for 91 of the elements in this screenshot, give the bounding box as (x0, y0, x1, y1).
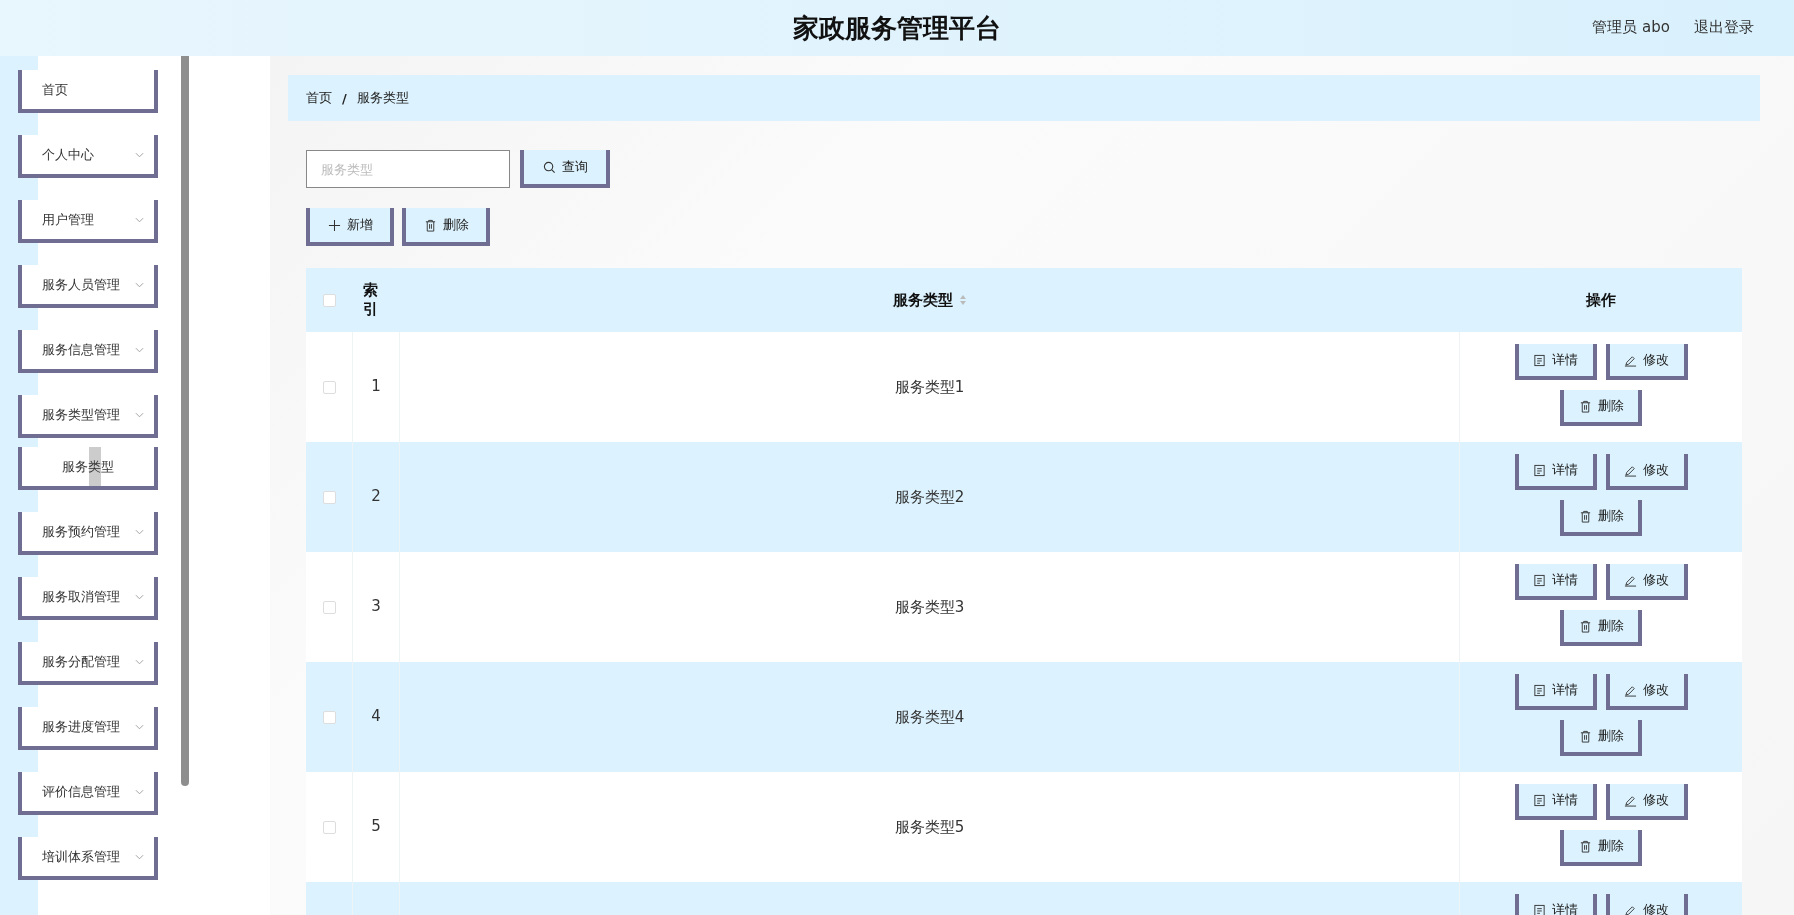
trash-icon (1578, 399, 1592, 413)
table-cell: 5 (371, 817, 381, 837)
trash-icon (1578, 839, 1592, 853)
chevron-icon (135, 853, 144, 860)
document-icon (1533, 793, 1546, 807)
chevron-icon (135, 723, 144, 730)
menu-item[interactable]: 服务进度管理 (18, 707, 158, 750)
menu-item[interactable]: 个人中心 (18, 135, 158, 178)
column-header: 索引 (363, 280, 379, 320)
document-icon (1533, 463, 1546, 477)
menu-item[interactable]: 服务取消管理 (18, 577, 158, 620)
detail-button[interactable]: 详情 (1514, 784, 1597, 820)
user-name: 管理员 abo (1592, 18, 1670, 37)
edit-button[interactable]: 修改 (1605, 564, 1688, 600)
delete-button[interactable]: 删除 (1560, 720, 1642, 756)
trash-icon (1578, 619, 1592, 633)
menu-item[interactable]: 服务人员管理 (18, 265, 158, 308)
chevron-icon (135, 593, 144, 600)
delete-button[interactable]: 删除 (1560, 500, 1642, 536)
sort-icon[interactable] (959, 294, 967, 306)
breadcrumb-separator: / (342, 90, 347, 106)
chevron-icon (135, 788, 144, 795)
pencil-icon (1624, 903, 1637, 915)
table-cell: 服务类型3 (894, 597, 965, 617)
row-checkbox[interactable] (322, 380, 336, 394)
document-icon (1533, 353, 1546, 367)
menu-item[interactable]: 用户管理 (18, 200, 158, 243)
chevron-icon (135, 528, 144, 535)
trash-icon (1578, 509, 1592, 523)
edit-button[interactable]: 修改 (1605, 454, 1688, 490)
row-checkbox[interactable] (322, 490, 336, 504)
table-cell: 1 (371, 377, 381, 397)
pencil-icon (1624, 793, 1637, 807)
menu-item[interactable]: 服务类型管理 (18, 395, 158, 438)
plus-icon (327, 218, 341, 232)
pencil-icon (1624, 353, 1637, 367)
pencil-icon (1624, 463, 1637, 477)
detail-button[interactable]: 详情 (1514, 894, 1597, 915)
menu-item[interactable]: 服务信息管理 (18, 330, 158, 373)
edit-button[interactable]: 修改 (1605, 674, 1688, 710)
delete-button[interactable]: 删除 (1560, 390, 1642, 426)
row-checkbox[interactable] (322, 820, 336, 834)
detail-button[interactable]: 详情 (1514, 344, 1597, 380)
trash-icon (1578, 729, 1592, 743)
detail-button[interactable]: 详情 (1514, 674, 1597, 710)
menu-item[interactable]: 服务预约管理 (18, 512, 158, 555)
search-button[interactable]: 查询 (520, 150, 610, 188)
chevron-icon (135, 411, 144, 418)
chevron-icon (135, 216, 144, 223)
chevron-icon (135, 658, 144, 665)
menu-item[interactable]: 培训体系管理 (18, 837, 158, 880)
search-field[interactable]: 服务类型 (306, 150, 510, 188)
chevron-icon (135, 151, 144, 158)
logout-link[interactable]: 退出登录 (1694, 18, 1754, 37)
document-icon (1533, 903, 1546, 915)
delete-button[interactable]: 删除 (402, 208, 490, 246)
document-icon (1533, 573, 1546, 587)
menu-item[interactable]: 首页 (18, 70, 158, 113)
column-header[interactable]: 服务类型 (893, 290, 953, 310)
table-cell: 2 (371, 487, 381, 507)
row-checkbox[interactable] (322, 600, 336, 614)
pencil-icon (1624, 573, 1637, 587)
chevron-icon (135, 281, 144, 288)
table-cell: 3 (371, 597, 381, 617)
search-icon (542, 160, 556, 174)
breadcrumb-item[interactable]: 首页 (306, 89, 332, 107)
table-cell: 服务类型2 (894, 487, 965, 507)
submenu-item[interactable]: 服务类型 (18, 447, 158, 490)
menu-item[interactable]: 评价信息管理 (18, 772, 158, 815)
edit-button[interactable]: 修改 (1605, 784, 1688, 820)
document-icon (1533, 683, 1546, 697)
breadcrumb-item[interactable]: 服务类型 (356, 89, 409, 107)
detail-button[interactable]: 详情 (1514, 564, 1597, 600)
row-checkbox[interactable] (322, 710, 336, 724)
detail-button[interactable]: 详情 (1514, 454, 1597, 490)
delete-button[interactable]: 删除 (1560, 610, 1642, 646)
table-cell: 服务类型1 (894, 377, 965, 397)
chevron-icon (135, 346, 144, 353)
column-header: 操作 (1586, 290, 1616, 310)
menu-item[interactable]: 服务分配管理 (18, 642, 158, 685)
select-all-checkbox[interactable] (323, 293, 336, 307)
table-cell: 服务类型5 (894, 817, 965, 837)
delete-button[interactable]: 删除 (1560, 830, 1642, 866)
edit-button[interactable]: 修改 (1605, 344, 1688, 380)
add-button[interactable]: 新增 (306, 208, 394, 246)
table-cell: 4 (371, 707, 381, 727)
table-cell: 服务类型4 (894, 707, 965, 727)
trash-icon (423, 218, 437, 232)
scrollbar[interactable] (181, 56, 189, 786)
pencil-icon (1624, 683, 1637, 697)
app-title: 家政服务管理平台 (793, 11, 1001, 45)
